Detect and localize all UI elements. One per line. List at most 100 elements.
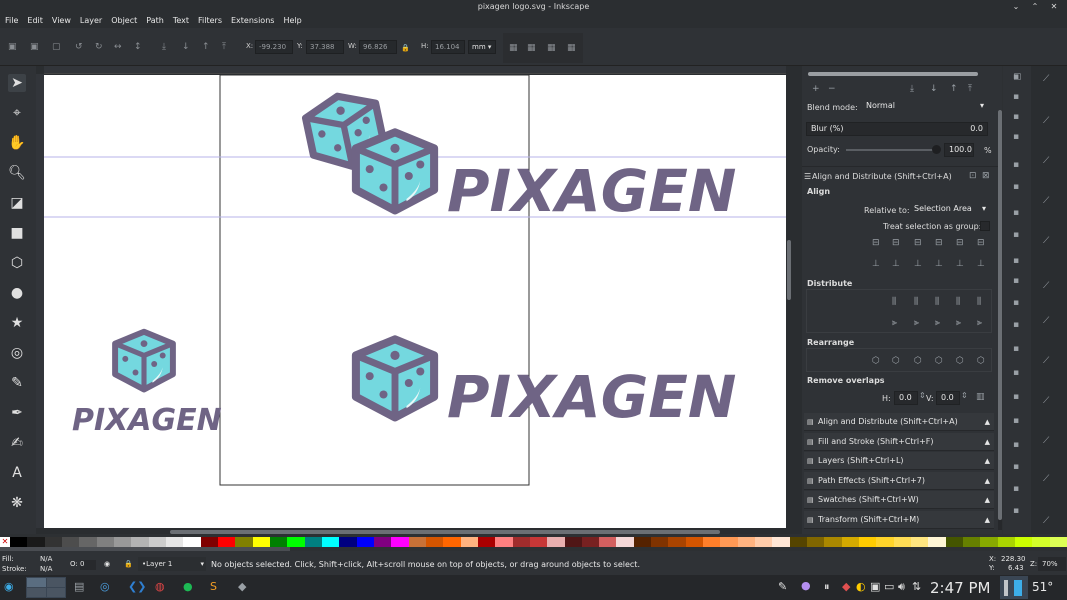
vscode-icon[interactable]: ❮❯ [128,580,146,593]
menu-view[interactable]: View [47,14,75,28]
snap-toggle-icon[interactable]: ⟋ [1043,474,1049,484]
float-icon[interactable]: ⊡ [969,171,977,181]
color-swatch[interactable] [304,537,322,547]
overlap-h-field[interactable]: 0.0 [894,391,918,405]
align-button-icon[interactable]: ⊟ [914,238,922,248]
rearrange-button-icon[interactable]: ⬡ [935,356,943,366]
move-gradients-icon[interactable]: ▦ [547,43,556,53]
tray-icon[interactable]: ◆ [842,580,850,593]
panel-scrollbar-track[interactable] [998,110,1002,530]
color-swatch[interactable] [269,537,288,547]
menu-path[interactable]: Path [141,14,168,28]
color-swatch[interactable] [547,537,565,547]
color-swatch[interactable] [893,537,912,547]
vertical-scrollbar[interactable] [787,240,791,300]
spotify-icon[interactable]: ● [183,580,193,593]
color-swatch[interactable] [200,537,218,547]
menu-help[interactable]: Help [278,14,305,28]
move-up-icon[interactable]: ↑ [950,84,958,94]
command-icon[interactable]: ▪ [1013,112,1019,122]
color-swatch[interactable] [807,537,825,547]
expand-icon[interactable]: ▲ [985,413,990,431]
command-icon[interactable]: ▪ [1013,160,1019,170]
desktop-3[interactable] [27,588,46,597]
opacity-field[interactable]: 100.0 [944,143,974,157]
distribute-button-icon[interactable]: ⫸ [977,318,982,328]
minimize-icon[interactable]: ⌄ [1011,2,1021,12]
measure-tool-icon[interactable]: ◪ [8,194,26,212]
blend-mode-select[interactable]: Normal ▾ [862,100,988,112]
scale-stroke-icon[interactable]: ▦ [509,43,518,53]
opacity-status-field[interactable]: 0 [80,560,96,570]
rearrange-button-icon[interactable]: ⬡ [872,356,880,366]
align-button-icon[interactable]: ⊥ [956,259,964,269]
overlap-v-field[interactable]: 0.0 [936,391,960,405]
expand-icon[interactable]: ▲ [985,472,990,490]
menu-object[interactable]: Object [106,14,141,28]
dock-tab[interactable]: ▤ Fill and Stroke (Shift+Ctrl+F) ▲ [804,432,994,451]
align-button-icon[interactable]: ⊥ [935,259,943,269]
color-swatch[interactable] [477,537,496,547]
move-patterns-icon[interactable]: ▦ [567,43,576,53]
spiral-tool-icon[interactable]: ◎ [8,344,26,362]
snap-toggle-icon[interactable]: ⟋ [1043,236,1049,246]
add-icon[interactable]: + [812,84,820,94]
distribute-button-icon[interactable]: ⫼ [935,297,939,307]
remove-icon[interactable]: − [828,84,836,94]
color-swatch[interactable] [10,537,28,547]
distribute-button-icon[interactable]: ⫼ [914,297,918,307]
command-icon[interactable]: ▪ [1013,132,1019,142]
scale-corners-icon[interactable]: ▦ [527,43,536,53]
zoom-field[interactable]: 70% [1038,557,1066,571]
color-swatch[interactable] [148,537,166,547]
color-swatch[interactable] [96,537,114,547]
rearrange-button-icon[interactable]: ⬡ [914,356,922,366]
rearrange-button-icon[interactable]: ⬡ [956,356,964,366]
vertical-ruler[interactable] [36,74,44,528]
select-same-icon[interactable]: ▣ [30,42,39,52]
move-down-icon[interactable]: ↓ [930,84,938,94]
move-top-icon[interactable]: ⤓ [910,84,914,94]
ellipse-tool-icon[interactable]: ● [8,284,26,302]
eye-icon[interactable]: ◉ [104,560,110,568]
color-swatch[interactable] [339,537,357,547]
spin-icon[interactable]: ⇕ [919,391,926,400]
align-button-icon[interactable]: ⊥ [977,259,985,269]
color-swatch[interactable] [685,537,704,547]
no-color-swatch[interactable]: ✕ [0,537,10,547]
raise-top-icon[interactable]: ⤒ [222,42,226,52]
snap-toggle-icon[interactable]: ⟋ [1043,196,1049,206]
color-swatch[interactable] [373,537,392,547]
rotate-cw-icon[interactable]: ↻ [95,42,103,52]
relative-to-select[interactable]: Selection Area ▾ [910,203,990,215]
color-swatch[interactable] [79,537,97,547]
command-icon[interactable]: ▪ [1013,440,1019,450]
spray-tool-icon[interactable]: ❋ [8,494,26,512]
opacity-handle[interactable] [932,145,941,154]
command-icon[interactable]: ▪ [1013,92,1019,102]
w-field[interactable]: 96.826 [359,40,397,54]
desktop-2[interactable] [46,578,65,587]
lower-icon[interactable]: ↓ [182,42,190,52]
command-icon[interactable]: ▪ [1013,182,1019,192]
command-icon[interactable]: ▪ [1013,506,1019,516]
color-swatch[interactable] [859,537,877,547]
app-launcher-icon[interactable]: ◉ [4,580,14,593]
spin-icon[interactable]: ⇕ [961,391,968,400]
align-button-icon[interactable]: ⊥ [892,259,900,269]
command-icon[interactable]: ▪ [1013,368,1019,378]
rectangle-tool-icon[interactable]: ■ [8,224,26,242]
h-field[interactable]: 16.104 [431,40,465,54]
color-swatch[interactable] [512,537,530,547]
lock-icon[interactable]: 🔒 [401,43,410,53]
desktop-4[interactable] [46,588,65,597]
deselect-icon[interactable]: ▢ [52,42,61,52]
expand-icon[interactable]: ▲ [985,491,990,509]
pause-icon[interactable]: ⏸ [824,580,830,594]
star-tool-icon[interactable]: ★ [8,314,26,332]
command-icon[interactable]: ▪ [1013,276,1019,286]
color-swatch[interactable] [443,537,461,547]
color-swatch[interactable] [616,537,634,547]
menu-text[interactable]: Text [168,14,193,28]
color-swatch[interactable] [841,537,860,547]
